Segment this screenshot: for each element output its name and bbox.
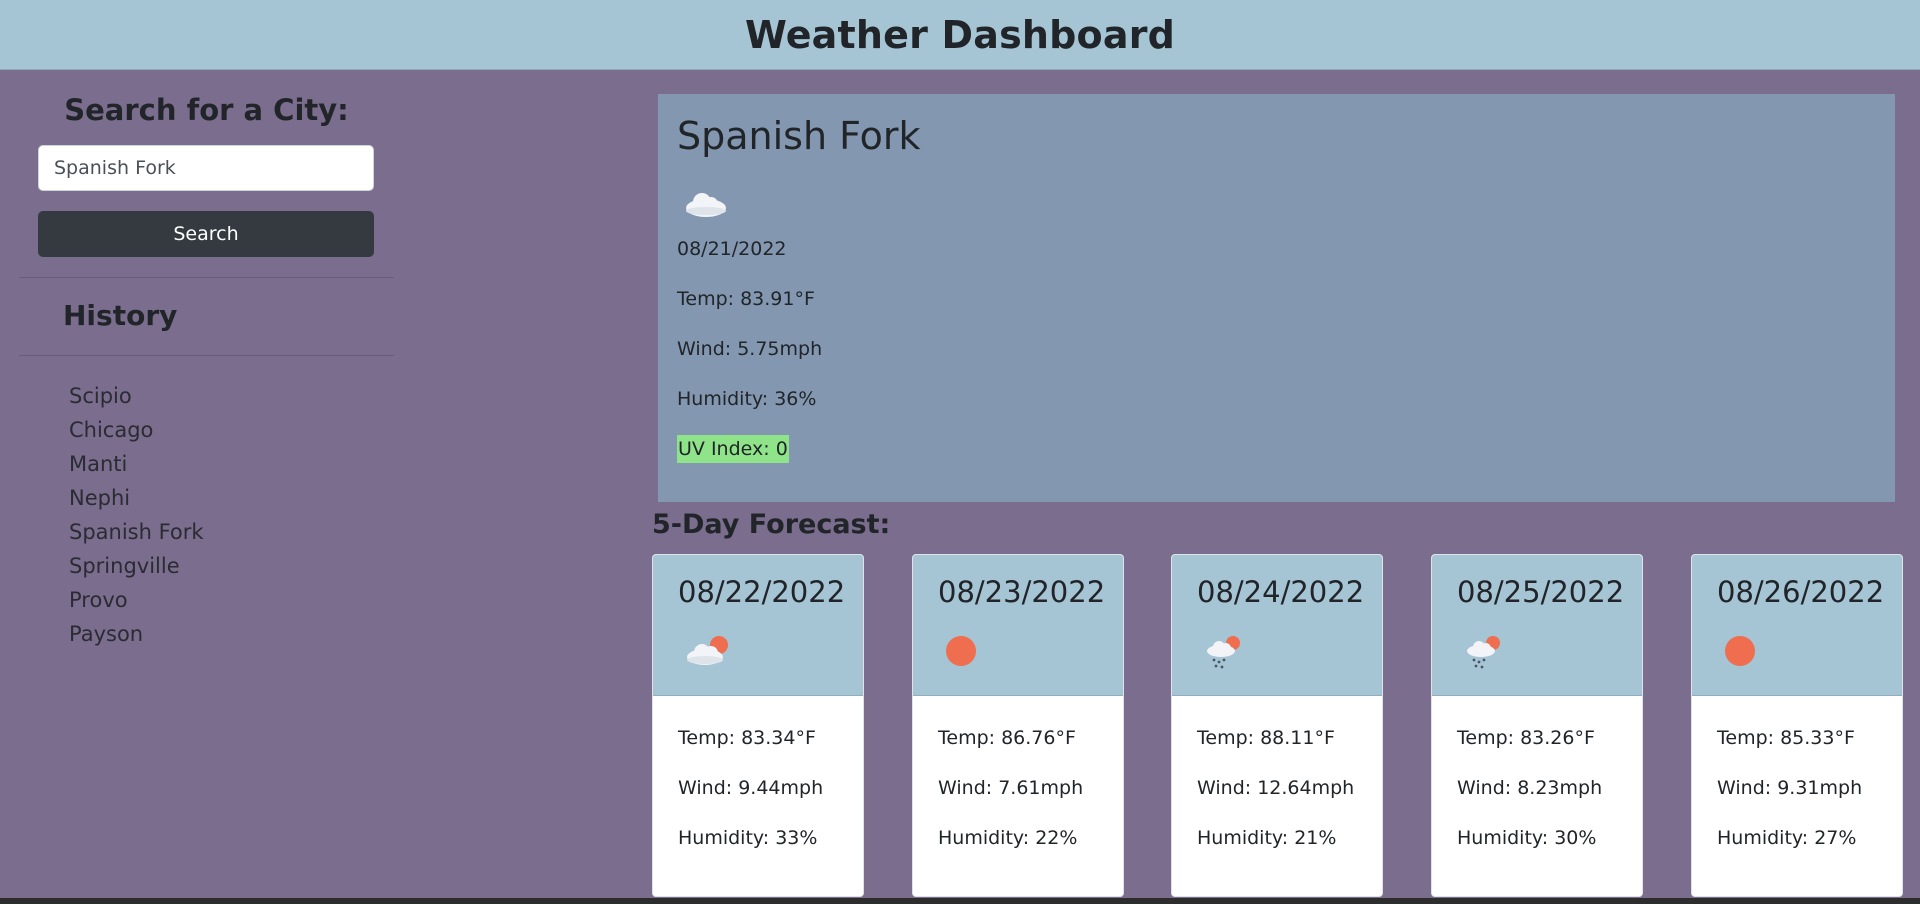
history-item-spanish-fork[interactable]: Spanish Fork: [69, 515, 204, 549]
forecast-card: 08/22/2022 Temp: 83.34°F Wind: 9.44mph H…: [652, 554, 864, 897]
uv-index-badge: UV Index: 0: [677, 435, 789, 463]
forecast-card-header: 08/26/2022: [1692, 555, 1902, 696]
forecast-date: 08/26/2022: [1717, 575, 1885, 609]
forecast-card-header: 08/25/2022: [1432, 555, 1642, 696]
forecast-temp: Temp: 88.11°F: [1197, 727, 1335, 749]
forecast-humidity: Humidity: 27%: [1717, 827, 1857, 849]
current-date: 08/21/2022: [677, 238, 787, 260]
history-item-nephi[interactable]: Nephi: [69, 481, 204, 515]
forecast-temp: Temp: 83.34°F: [678, 727, 816, 749]
sidebar-divider: [19, 277, 394, 278]
forecast-date: 08/22/2022: [678, 575, 846, 609]
history-list: Scipio Chicago Manti Nephi Spanish Fork …: [69, 379, 204, 651]
forecast-humidity: Humidity: 21%: [1197, 827, 1337, 849]
history-item-springville[interactable]: Springville: [69, 549, 204, 583]
search-button[interactable]: Search: [38, 211, 374, 257]
forecast-temp: Temp: 85.33°F: [1717, 727, 1855, 749]
forecast-date: 08/24/2022: [1197, 575, 1365, 609]
forecast-card: 08/24/2022 Temp: 88.11°F Wind: 12.64mph …: [1171, 554, 1383, 897]
forecast-humidity: Humidity: 30%: [1457, 827, 1597, 849]
forecast-date: 08/25/2022: [1457, 575, 1625, 609]
forecast-temp: Temp: 83.26°F: [1457, 727, 1595, 749]
forecast-card-header: 08/22/2022: [653, 555, 863, 696]
history-item-payson[interactable]: Payson: [69, 617, 204, 651]
forecast-wind: Wind: 7.61mph: [938, 777, 1084, 799]
current-humidity: Humidity: 36%: [677, 388, 817, 410]
rain-sun-icon: [1204, 631, 1252, 671]
history-title: History: [63, 299, 178, 332]
forecast-date: 08/23/2022: [938, 575, 1106, 609]
cloud-icon: [682, 182, 730, 222]
history-item-chicago[interactable]: Chicago: [69, 413, 204, 447]
forecast-card: 08/25/2022 Temp: 83.26°F Wind: 8.23mph H…: [1431, 554, 1643, 897]
rain-sun-icon: [1464, 631, 1512, 671]
current-weather-panel: Spanish Fork 08/21/2022 Temp: 83.91°F Wi…: [658, 94, 1895, 502]
history-divider: [19, 355, 394, 356]
forecast-card: 08/23/2022 Temp: 86.76°F Wind: 7.61mph H…: [912, 554, 1124, 897]
current-city-name: Spanish Fork: [677, 114, 921, 158]
forecast-title: 5-Day Forecast:: [652, 509, 891, 540]
current-temp: Temp: 83.91°F: [677, 288, 815, 310]
forecast-humidity: Humidity: 33%: [678, 827, 818, 849]
history-item-provo[interactable]: Provo: [69, 583, 204, 617]
forecast-wind: Wind: 12.64mph: [1197, 777, 1355, 799]
forecast-wind: Wind: 8.23mph: [1457, 777, 1603, 799]
search-title: Search for a City:: [64, 93, 349, 127]
forecast-wind: Wind: 9.31mph: [1717, 777, 1863, 799]
city-search-input[interactable]: [38, 145, 374, 191]
forecast-card-header: 08/24/2022: [1172, 555, 1382, 696]
forecast-wind: Wind: 9.44mph: [678, 777, 824, 799]
forecast-temp: Temp: 86.76°F: [938, 727, 1076, 749]
sun-icon: [945, 631, 993, 671]
history-item-manti[interactable]: Manti: [69, 447, 204, 481]
current-wind: Wind: 5.75mph: [677, 338, 823, 360]
page-header: Weather Dashboard: [0, 0, 1920, 70]
page-title: Weather Dashboard: [744, 12, 1176, 57]
forecast-card-header: 08/23/2022: [913, 555, 1123, 696]
partly-cloudy-icon: [685, 631, 733, 671]
forecast-humidity: Humidity: 22%: [938, 827, 1078, 849]
history-item-scipio[interactable]: Scipio: [69, 379, 204, 413]
window-bottom-edge: [0, 898, 1920, 904]
sun-icon: [1724, 631, 1772, 671]
forecast-card: 08/26/2022 Temp: 85.33°F Wind: 9.31mph H…: [1691, 554, 1903, 897]
